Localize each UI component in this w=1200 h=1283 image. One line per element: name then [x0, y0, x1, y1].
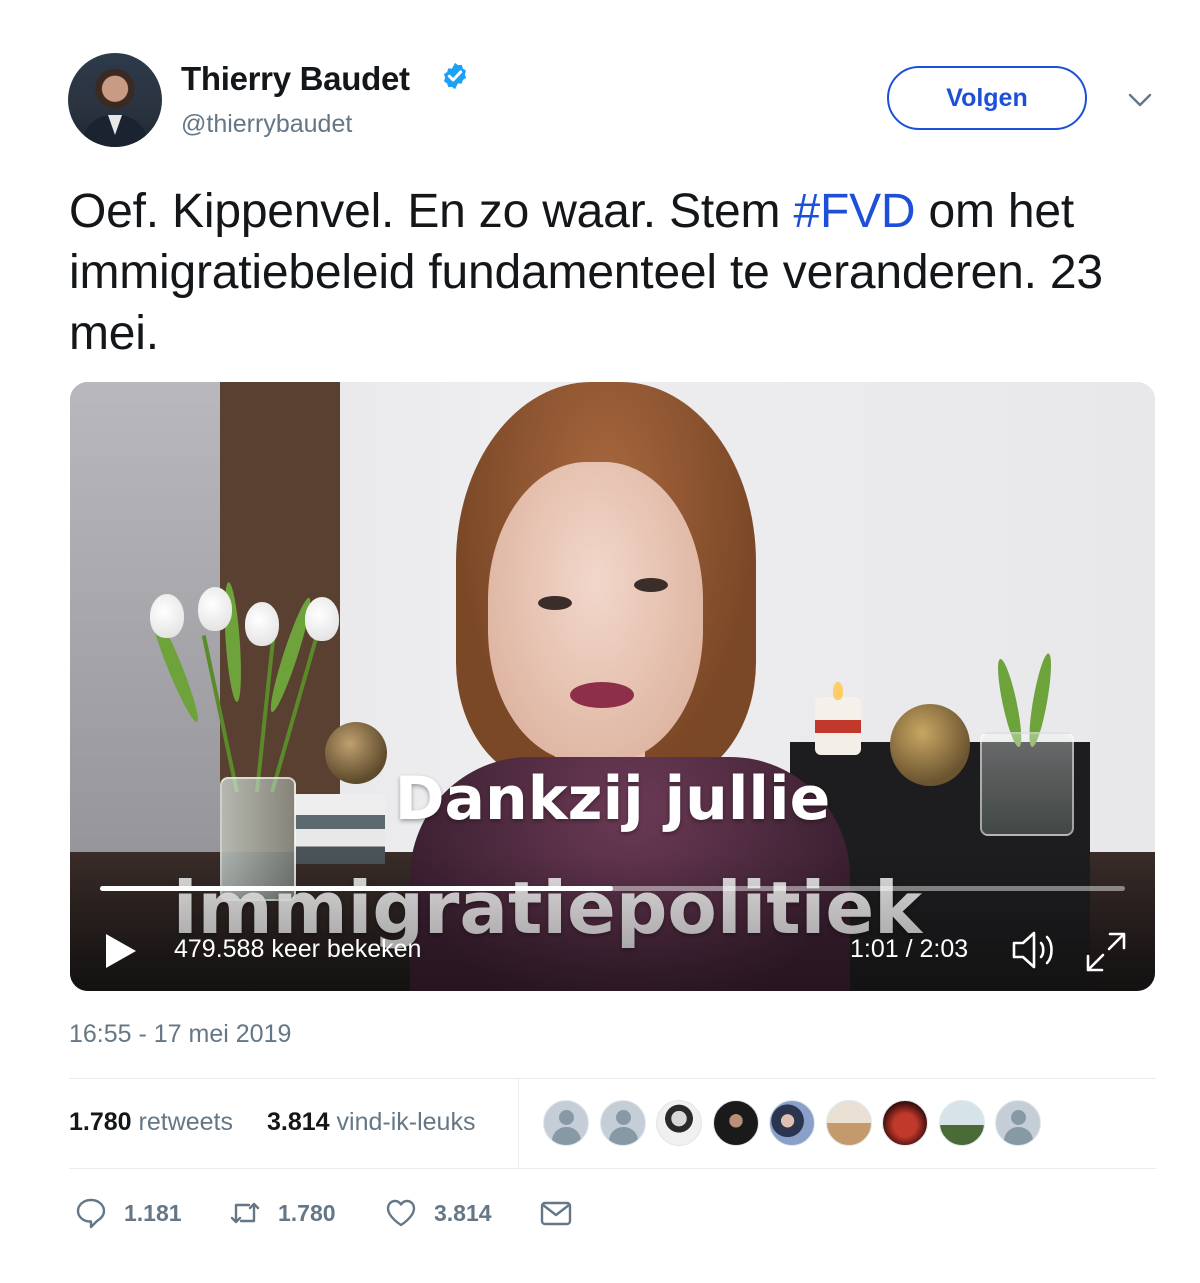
- retweet-action[interactable]: 1.780: [228, 1196, 336, 1230]
- divider: [69, 1078, 1156, 1079]
- liker-avatar[interactable]: [543, 1100, 589, 1146]
- retweet-count: 1.780: [278, 1199, 336, 1226]
- reply-action[interactable]: 1.181: [74, 1196, 182, 1230]
- liker-avatar[interactable]: [995, 1100, 1041, 1146]
- liker-avatars: [543, 1100, 1052, 1148]
- divider: [69, 1168, 1156, 1169]
- reply-count: 1.181: [124, 1199, 182, 1226]
- video-time: 1:01 / 2:03: [850, 935, 969, 963]
- likes-count: 3.814: [267, 1108, 330, 1136]
- liker-avatar[interactable]: [769, 1100, 815, 1146]
- retweet-icon: [230, 1202, 260, 1224]
- liker-avatar[interactable]: [882, 1100, 928, 1146]
- like-action[interactable]: 3.814: [384, 1196, 492, 1230]
- like-count: 3.814: [434, 1199, 492, 1226]
- video-caption-line1: Dankzij jullie: [394, 764, 831, 834]
- video-progress-bar[interactable]: [100, 886, 1125, 891]
- retweets-count: 1.780: [69, 1108, 132, 1136]
- liker-avatar[interactable]: [656, 1100, 702, 1146]
- tweet-text: Oef. Kippenvel. En zo waar. Stem #FVD om…: [69, 181, 1139, 364]
- tweet-timestamp[interactable]: 16:55 - 17 mei 2019: [69, 1020, 291, 1049]
- author-handle[interactable]: @thierrybaudet: [181, 110, 352, 139]
- liker-avatar[interactable]: [825, 1100, 872, 1146]
- liker-avatar[interactable]: [599, 1100, 646, 1146]
- retweets-label: retweets: [138, 1108, 233, 1136]
- chevron-down-icon[interactable]: [1128, 92, 1152, 108]
- liker-avatar[interactable]: [938, 1100, 985, 1146]
- volume-icon[interactable]: [1010, 928, 1060, 972]
- verified-badge-icon: [444, 62, 466, 90]
- envelope-icon: [540, 1201, 572, 1226]
- follow-button[interactable]: Volgen: [887, 66, 1087, 130]
- retweets-stat[interactable]: 1.780 retweets: [69, 1108, 233, 1137]
- divider: [518, 1079, 519, 1169]
- author-name[interactable]: Thierry Baudet: [181, 60, 410, 98]
- video-progress-fill: [100, 886, 613, 891]
- tweet-text-part: Oef. Kippenvel. En zo waar. Stem: [69, 185, 794, 238]
- video-view-count: 479.588 keer bekeken: [174, 935, 422, 963]
- direct-message-action[interactable]: [539, 1196, 589, 1230]
- likes-stat[interactable]: 3.814 vind-ik-leuks: [267, 1108, 475, 1137]
- heart-icon: [386, 1199, 416, 1227]
- author-avatar[interactable]: [68, 53, 162, 147]
- reply-icon: [76, 1198, 106, 1229]
- video-player[interactable]: Dankzij jullie immigratiepolitiek 479.58…: [70, 382, 1155, 991]
- fullscreen-icon[interactable]: [1084, 930, 1128, 974]
- hashtag-link[interactable]: #FVD: [793, 185, 915, 238]
- liker-avatar[interactable]: [712, 1100, 759, 1146]
- play-icon[interactable]: [104, 932, 138, 970]
- likes-label: vind-ik-leuks: [336, 1108, 476, 1136]
